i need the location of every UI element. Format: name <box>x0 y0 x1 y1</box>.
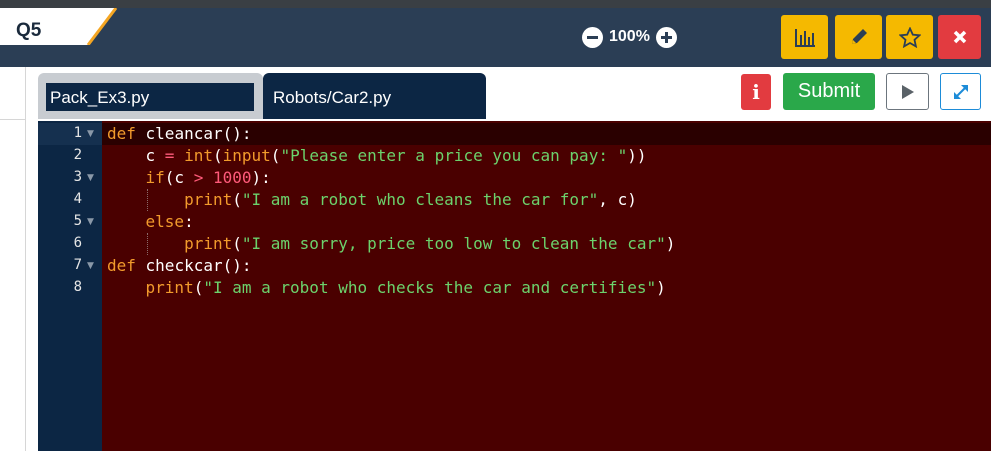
line-number: 8 <box>73 279 82 295</box>
code-line: if(c > 1000): <box>145 168 271 187</box>
code-line: print("I am a robot who checks the car a… <box>145 278 666 297</box>
expand-icon <box>953 84 968 99</box>
fold-arrow-icon[interactable]: ▼ <box>87 173 94 183</box>
left-pane <box>0 67 26 451</box>
top-strip <box>0 0 991 8</box>
question-label: Q5 <box>16 20 42 41</box>
zoom-out-icon[interactable] <box>582 26 603 48</box>
submit-button[interactable]: Submit <box>783 73 875 110</box>
line-number: 6 <box>73 235 82 251</box>
close-button[interactable] <box>938 15 981 59</box>
code-line: c = int(input("Please enter a price you … <box>107 146 647 165</box>
zoom-level: 100% <box>609 28 650 45</box>
code-line: def cleancar(): <box>107 124 252 143</box>
fold-arrow-icon[interactable]: ▼ <box>87 261 94 271</box>
run-button[interactable] <box>886 73 929 110</box>
code-line: else: <box>145 212 194 231</box>
file-tab-label[interactable]: Pack_Ex3.py <box>45 82 255 112</box>
code-line: def checkcar(): <box>107 256 252 275</box>
code-line: print("I am sorry, price too low to clea… <box>184 234 676 253</box>
code-editor[interactable]: 1 2 3 4 5 6 7 8 ▼ ▼ ▼ ▼ def cleancar(): … <box>38 121 991 451</box>
stats-button[interactable] <box>781 15 828 59</box>
info-button[interactable]: i <box>741 74 771 110</box>
bar-chart-icon <box>794 29 815 47</box>
line-number: 7 <box>73 257 82 273</box>
fold-arrow-icon[interactable]: ▼ <box>87 129 94 139</box>
edit-button[interactable] <box>835 15 882 59</box>
play-icon <box>901 84 914 99</box>
code-line: print("I am a robot who cleans the car f… <box>184 190 637 209</box>
expand-button[interactable] <box>940 73 981 110</box>
line-number: 2 <box>73 147 82 163</box>
fold-arrow-icon[interactable]: ▼ <box>87 217 94 227</box>
star-icon <box>898 26 921 48</box>
line-number: 3 <box>73 169 82 185</box>
close-icon <box>953 30 966 44</box>
line-number: 4 <box>73 191 82 207</box>
line-number: 5 <box>73 213 82 229</box>
file-tab-robots-car2[interactable]: Robots/Car2.py <box>263 73 486 119</box>
line-number: 1 <box>73 125 82 141</box>
zoom-in-icon[interactable] <box>655 26 677 48</box>
question-tab[interactable]: Q5 <box>0 8 118 45</box>
top-bar: Q5 100% <box>0 0 991 67</box>
pencil-icon <box>851 29 867 44</box>
favorite-button[interactable] <box>886 15 933 59</box>
zoom-control: 100% <box>582 26 677 48</box>
left-pane-divider <box>0 119 26 120</box>
file-tab-pack-ex3[interactable]: Pack_Ex3.py <box>38 73 263 119</box>
